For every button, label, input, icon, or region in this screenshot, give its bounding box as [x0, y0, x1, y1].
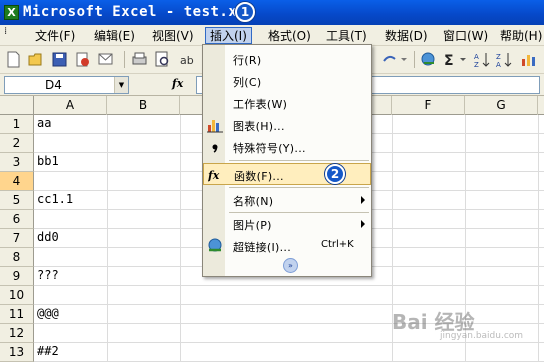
menu-format[interactable]: 格式(O): [263, 27, 316, 44]
menu-window[interactable]: 窗口(W): [438, 27, 493, 44]
menu-item-label: 图片(P): [233, 219, 272, 232]
table-row: 13 ##2: [0, 343, 544, 362]
comma-icon: [207, 139, 223, 155]
email-icon[interactable]: [96, 50, 115, 69]
title-bar: X Microsoft Excel - test.xls 1: [0, 0, 544, 25]
hyperlink-icon: [207, 238, 223, 254]
menu-item-label: 图表(H)...: [233, 120, 285, 133]
menu-item-label: 超链接(I)...: [233, 241, 292, 254]
menu-edit[interactable]: 编辑(E): [89, 27, 140, 44]
watermark-url: jingyan.baidu.com: [440, 331, 524, 341]
menu-view[interactable]: 视图(V): [147, 27, 199, 44]
row-header[interactable]: 12: [0, 324, 34, 343]
menu-tools[interactable]: 工具(T): [321, 27, 372, 44]
chart-wizard-icon[interactable]: [519, 50, 538, 69]
row-header[interactable]: 10: [0, 286, 34, 305]
row-header[interactable]: 8: [0, 248, 34, 267]
name-box-dropdown-icon[interactable]: ▼: [114, 77, 128, 93]
svg-text:Z: Z: [474, 61, 479, 69]
menu-item-column[interactable]: 列(C): [203, 70, 371, 92]
svg-text:A: A: [496, 61, 501, 69]
menu-item-picture[interactable]: 图片(P): [203, 213, 371, 235]
table-row: 10: [0, 286, 544, 305]
spelling-icon[interactable]: ab: [178, 50, 197, 69]
menu-item-label: 特殊符号(Y)...: [233, 142, 306, 155]
menu-item-row[interactable]: 行(R): [203, 48, 371, 70]
sort-ascending-icon[interactable]: AZ: [473, 50, 492, 69]
row-header[interactable]: 2: [0, 134, 34, 153]
menu-item-label: 行(R): [233, 54, 262, 67]
insert-dropdown-menu: 行(R) 列(C) 工作表(W) 图表(H)... 特殊符号(Y)... fx …: [202, 44, 372, 277]
row-header[interactable]: 13: [0, 343, 34, 362]
permission-icon[interactable]: [73, 50, 92, 69]
menu-item-label: 列(C): [233, 76, 262, 89]
menu-item-chart[interactable]: 图表(H)...: [203, 114, 371, 136]
print-icon[interactable]: [130, 50, 149, 69]
menu-bar: ⁞ 文件(F) 编辑(E) 视图(V) 插入(I) 格式(O) 工具(T) 数据…: [0, 25, 544, 46]
redo-icon[interactable]: [380, 50, 399, 69]
hyperlink-toolbar-icon[interactable]: [419, 50, 438, 69]
fx-icon: fx: [207, 167, 224, 183]
menu-item-worksheet[interactable]: 工作表(W): [203, 92, 371, 114]
menu-item-function[interactable]: fx 函数(F)... 2: [203, 163, 371, 185]
name-box-value: D4: [45, 78, 62, 92]
column-header-f[interactable]: F: [392, 96, 465, 115]
cell-a9[interactable]: ???: [37, 268, 59, 282]
row-header[interactable]: 11: [0, 305, 34, 324]
submenu-arrow-icon: [361, 196, 365, 204]
menu-item-label: 名称(N): [233, 195, 274, 208]
menu-item-label: 函数(F)...: [234, 170, 284, 183]
callout-badge-2: 2: [325, 164, 345, 184]
svg-text:Z: Z: [496, 53, 501, 61]
open-folder-icon[interactable]: [27, 50, 46, 69]
menu-item-special-symbol[interactable]: 特殊符号(Y)...: [203, 136, 371, 158]
cell-a11[interactable]: @@@: [37, 306, 59, 320]
menu-data[interactable]: 数据(D): [380, 27, 433, 44]
menu-item-hyperlink[interactable]: 超链接(I)... Ctrl+K: [203, 235, 371, 257]
column-header-a[interactable]: A: [34, 96, 107, 115]
new-file-icon[interactable]: [4, 50, 23, 69]
sort-descending-icon[interactable]: ZA: [495, 50, 514, 69]
chart-icon: [207, 117, 223, 133]
save-icon[interactable]: [50, 50, 69, 69]
cell-a7[interactable]: dd0: [37, 230, 59, 244]
submenu-arrow-icon: [361, 220, 365, 228]
svg-text:ab: ab: [180, 54, 194, 67]
insert-function-icon[interactable]: fx: [172, 77, 183, 90]
print-preview-icon[interactable]: [153, 50, 172, 69]
excel-app-icon[interactable]: X: [4, 5, 19, 20]
cell-a5[interactable]: cc1.1: [37, 192, 73, 206]
expand-menu-chevron-icon[interactable]: »: [283, 258, 298, 273]
menu-item-label: 工作表(W): [233, 98, 288, 111]
menu-item-name[interactable]: 名称(N): [203, 189, 371, 211]
menubar-grip-icon[interactable]: ⁞: [4, 27, 12, 43]
menu-file[interactable]: 文件(F): [30, 27, 80, 44]
select-all-corner[interactable]: [0, 96, 34, 115]
row-header-selected[interactable]: 4: [0, 172, 34, 191]
callout-badge-1: 1: [235, 2, 255, 22]
name-box[interactable]: D4 ▼: [4, 76, 129, 94]
row-header[interactable]: 7: [0, 229, 34, 248]
row-header[interactable]: 5: [0, 191, 34, 210]
window-title: Microsoft Excel - test.xls: [23, 4, 256, 20]
svg-text:fx: fx: [208, 169, 220, 182]
row-header[interactable]: 1: [0, 115, 34, 134]
cell-a13[interactable]: ##2: [37, 344, 59, 358]
menu-insert[interactable]: 插入(I): [205, 27, 252, 44]
column-header-b[interactable]: B: [107, 96, 180, 115]
svg-text:Σ: Σ: [444, 53, 454, 69]
row-header[interactable]: 9: [0, 267, 34, 286]
row-header[interactable]: 3: [0, 153, 34, 172]
menu-item-shortcut: Ctrl+K: [321, 239, 354, 250]
row-header[interactable]: 6: [0, 210, 34, 229]
column-header-g[interactable]: G: [465, 96, 538, 115]
svg-text:A: A: [474, 53, 479, 61]
cell-a3[interactable]: bb1: [37, 154, 59, 168]
cell-a1[interactable]: aa: [37, 116, 51, 130]
menu-help[interactable]: 帮助(H): [495, 27, 544, 44]
